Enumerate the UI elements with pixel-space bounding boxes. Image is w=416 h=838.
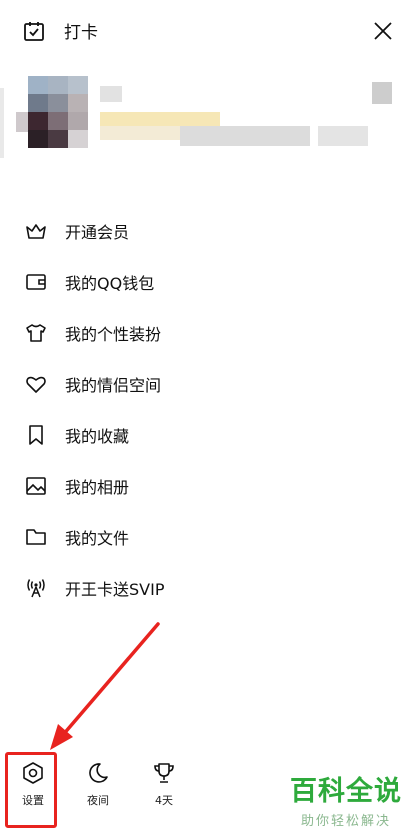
- settings-icon: [23, 762, 43, 784]
- watermark: 百科全说 助你轻松解决: [290, 776, 402, 829]
- night-mode-label: 夜间: [87, 794, 109, 807]
- trophy-icon: [154, 763, 174, 783]
- watermark-title: 百科全说: [290, 776, 402, 807]
- streak-days-label: 4天: [155, 794, 173, 807]
- moon-icon: [89, 763, 108, 783]
- streak-days-button[interactable]: 4天: [139, 760, 189, 808]
- annotation-arrow: [50, 622, 160, 750]
- night-mode-button[interactable]: 夜间: [73, 760, 123, 808]
- watermark-subtitle: 助你轻松解决: [300, 814, 391, 829]
- settings-button[interactable]: 设置: [8, 760, 58, 808]
- settings-label: 设置: [22, 794, 44, 807]
